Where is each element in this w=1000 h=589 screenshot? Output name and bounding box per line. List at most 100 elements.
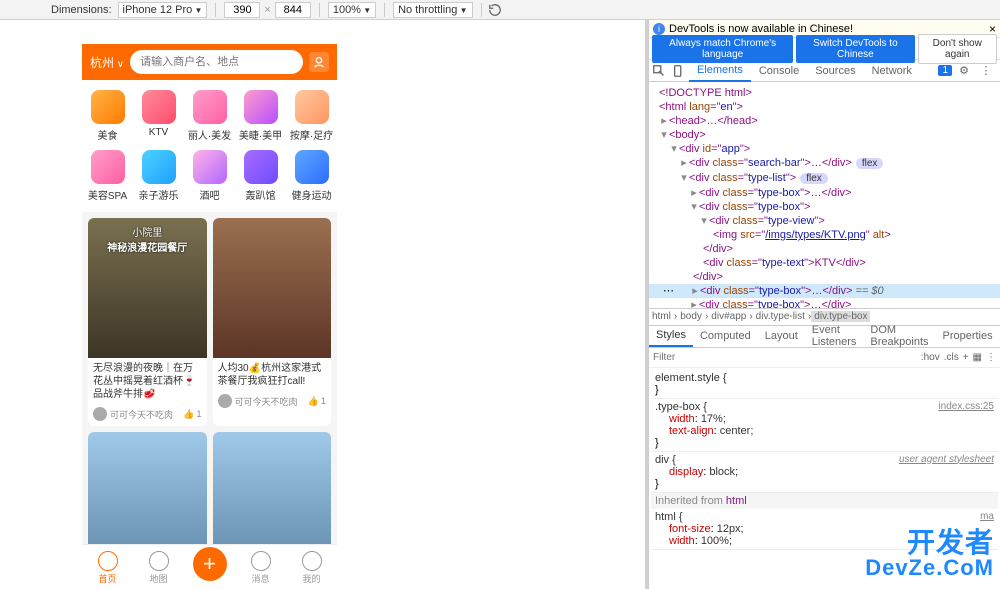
tab-console[interactable]: Console xyxy=(751,60,807,82)
type-icon xyxy=(142,150,176,184)
dont-show-button[interactable]: Don't show again xyxy=(918,34,997,64)
info-icon: i xyxy=(653,23,665,35)
type-box[interactable]: 亲子游乐 xyxy=(133,146,184,206)
device-toolbar: Dimensions: iPhone 12 Pro × 100% No thro… xyxy=(0,0,1000,20)
nav-map[interactable]: 地图 xyxy=(133,551,184,585)
type-label: 健身运动 xyxy=(286,187,337,202)
inspect-icon[interactable] xyxy=(649,61,669,81)
nav-messages[interactable]: 消息 xyxy=(235,551,286,585)
like-button[interactable]: 👍1 xyxy=(308,396,326,407)
search-bar: 杭州 xyxy=(82,44,337,80)
dimensions-label: Dimensions: xyxy=(47,4,116,16)
styles-filter-input[interactable] xyxy=(653,352,917,363)
css-rule[interactable]: index.css:25 .type-box { width: 17%; tex… xyxy=(651,399,998,452)
blog-meta: 可可今天不吃肉 👍1 xyxy=(213,392,332,413)
type-box[interactable]: 美容SPA xyxy=(82,146,133,206)
devtools-panel: i DevTools is now available in Chinese! … xyxy=(648,20,1000,589)
type-icon xyxy=(193,150,227,184)
type-list: 美食KTV丽人·美发美睫·美甲按摩·足疗美容SPA亲子游乐酒吧轰趴馆健身运动 xyxy=(82,80,337,212)
type-label: 丽人·美发 xyxy=(184,127,235,142)
type-box[interactable]: 丽人·美发 xyxy=(184,86,235,146)
rule-source: user agent stylesheet xyxy=(899,454,994,465)
tab-dom-breakpoints[interactable]: DOM Breakpoints xyxy=(863,325,935,347)
tab-sources[interactable]: Sources xyxy=(807,60,863,82)
type-label: 亲子游乐 xyxy=(133,187,184,202)
type-box[interactable]: 酒吧 xyxy=(184,146,235,206)
type-box[interactable]: 健身运动 xyxy=(286,146,337,206)
styles-filter-row: :hov .cls + ▦ ⋮ xyxy=(649,348,1000,368)
blog-card[interactable]: 小院里神秘浪漫花园餐厅 无尽浪漫的夜晚｜在万花丛中摇晃着红酒杯🍷品战斧牛排🥩 可… xyxy=(88,218,207,426)
match-language-button[interactable]: Always match Chrome's language xyxy=(652,35,793,63)
devtools-tabbar: Elements Console Sources Network 1 ⚙ ⋮ xyxy=(649,60,1000,82)
banner-actions: Always match Chrome's language Switch De… xyxy=(649,38,1000,60)
type-icon xyxy=(142,90,176,124)
type-icon xyxy=(244,90,278,124)
avatar xyxy=(218,394,232,408)
type-icon xyxy=(193,90,227,124)
new-rule-icon[interactable]: + xyxy=(963,352,969,363)
type-label: KTV xyxy=(133,127,184,138)
map-icon xyxy=(149,551,169,571)
tab-computed[interactable]: Computed xyxy=(693,325,758,347)
blog-list: 小院里神秘浪漫花园餐厅 无尽浪漫的夜晚｜在万花丛中摇晃着红酒杯🍷品战斧牛排🥩 可… xyxy=(82,212,337,578)
blog-image: 小院里神秘浪漫花园餐厅 xyxy=(88,218,207,358)
cls-toggle[interactable]: .cls xyxy=(944,352,959,363)
height-input[interactable] xyxy=(275,2,311,18)
hov-toggle[interactable]: :hov xyxy=(921,352,940,363)
blog-username: 可可今天不吃肉 xyxy=(235,395,298,408)
tab-elements[interactable]: Elements xyxy=(689,60,751,82)
device-select[interactable]: iPhone 12 Pro xyxy=(118,2,208,18)
type-label: 酒吧 xyxy=(184,187,235,202)
rotate-icon[interactable] xyxy=(488,3,502,17)
type-icon xyxy=(91,90,125,124)
css-rule[interactable]: user agent stylesheet div { display: blo… xyxy=(651,452,998,493)
error-badge[interactable]: 1 xyxy=(938,65,952,76)
styles-tabbar: Styles Computed Layout Event Listeners D… xyxy=(649,326,1000,348)
blog-username: 可可今天不吃肉 xyxy=(110,408,173,421)
tab-styles[interactable]: Styles xyxy=(649,325,693,347)
nav-add[interactable]: + xyxy=(184,555,235,581)
type-icon xyxy=(244,150,278,184)
rule-source-link[interactable]: index.css:25 xyxy=(938,401,994,412)
dom-tree[interactable]: <!DOCTYPE html> <html lang="en"> ▸<head>… xyxy=(649,82,1000,308)
type-label: 轰趴馆 xyxy=(235,187,286,202)
device-toggle-icon[interactable] xyxy=(669,61,689,81)
like-button[interactable]: 👍1 xyxy=(183,409,201,420)
more-icon[interactable]: ⋮ xyxy=(986,352,996,363)
type-icon xyxy=(295,90,329,124)
bottom-nav: 首页 地图 + 消息 我的 xyxy=(82,544,337,589)
box-model-icon[interactable]: ▦ xyxy=(973,352,982,363)
banner-text: DevTools is now available in Chinese! xyxy=(669,23,853,35)
css-rule[interactable]: element.style { } xyxy=(651,370,998,399)
type-label: 美睫·美甲 xyxy=(235,127,286,142)
type-label: 按摩·足疗 xyxy=(286,127,337,142)
tab-event-listeners[interactable]: Event Listeners xyxy=(805,325,864,347)
dom-breadcrumb[interactable]: html›body›div#app›div.type-list›div.type… xyxy=(649,308,1000,326)
type-box[interactable]: 按摩·足疗 xyxy=(286,86,337,146)
rule-source-link[interactable]: ma xyxy=(980,511,994,522)
settings-icon[interactable]: ⚙ xyxy=(954,61,974,81)
city-picker[interactable]: 杭州 xyxy=(90,54,124,71)
zoom-select[interactable]: 100% xyxy=(328,2,376,18)
tab-layout[interactable]: Layout xyxy=(758,325,805,347)
width-input[interactable] xyxy=(224,2,260,18)
avatar xyxy=(93,407,107,421)
type-box[interactable]: KTV xyxy=(133,86,184,146)
blog-meta: 可可今天不吃肉 👍1 xyxy=(88,405,207,426)
search-user-icon[interactable] xyxy=(309,52,329,72)
tab-network[interactable]: Network xyxy=(864,60,920,82)
type-icon xyxy=(295,150,329,184)
plus-icon: + xyxy=(193,547,227,581)
type-box[interactable]: 轰趴馆 xyxy=(235,146,286,206)
nav-profile[interactable]: 我的 xyxy=(286,551,337,585)
search-input[interactable] xyxy=(130,50,303,74)
tab-properties[interactable]: Properties xyxy=(935,325,999,347)
throttling-select[interactable]: No throttling xyxy=(393,2,472,18)
nav-home[interactable]: 首页 xyxy=(82,551,133,585)
more-icon[interactable]: ⋮ xyxy=(976,61,996,81)
switch-language-button[interactable]: Switch DevTools to Chinese xyxy=(796,35,914,63)
type-box[interactable]: 美食 xyxy=(82,86,133,146)
type-box[interactable]: 美睫·美甲 xyxy=(235,86,286,146)
blog-title: 人均30💰杭州这家港式茶餐厅我疯狂打call! xyxy=(213,358,332,392)
blog-card[interactable]: 人均30💰杭州这家港式茶餐厅我疯狂打call! 可可今天不吃肉 👍1 xyxy=(213,218,332,426)
